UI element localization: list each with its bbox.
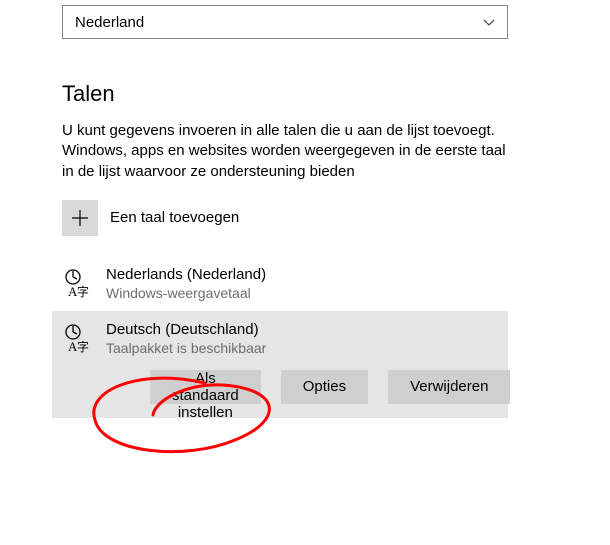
add-language-label: Een taal toevoegen [110, 209, 239, 226]
languages-section-title: Talen [62, 81, 610, 107]
language-name: Nederlands (Nederland) [106, 266, 266, 283]
language-subtext: Windows-weergavetaal [106, 285, 266, 301]
chevron-down-icon [483, 14, 495, 30]
languages-description: U kunt gegevens invoeren in alle talen d… [62, 121, 507, 182]
language-pack-icon: A 字 [62, 323, 92, 353]
country-dropdown[interactable]: Nederland [62, 5, 508, 39]
set-default-button[interactable]: Als standaard instellen [150, 370, 261, 404]
language-item-nederlands[interactable]: A 字 Nederlands (Nederland) Windows-weerg… [62, 256, 508, 311]
remove-button[interactable]: Verwijderen [388, 370, 510, 404]
language-item-deutsch[interactable]: A 字 Deutsch (Deutschland) Taalpakket is … [52, 311, 508, 418]
language-pack-icon: A 字 [62, 268, 92, 298]
svg-text:字: 字 [77, 339, 89, 353]
language-subtext: Taalpakket is beschikbaar [106, 340, 510, 356]
svg-text:字: 字 [77, 284, 89, 298]
options-button[interactable]: Opties [281, 370, 368, 404]
country-dropdown-value: Nederland [75, 14, 144, 31]
language-name: Deutsch (Deutschland) [106, 321, 510, 338]
plus-icon [62, 200, 98, 236]
add-language-button[interactable]: Een taal toevoegen [62, 200, 610, 236]
